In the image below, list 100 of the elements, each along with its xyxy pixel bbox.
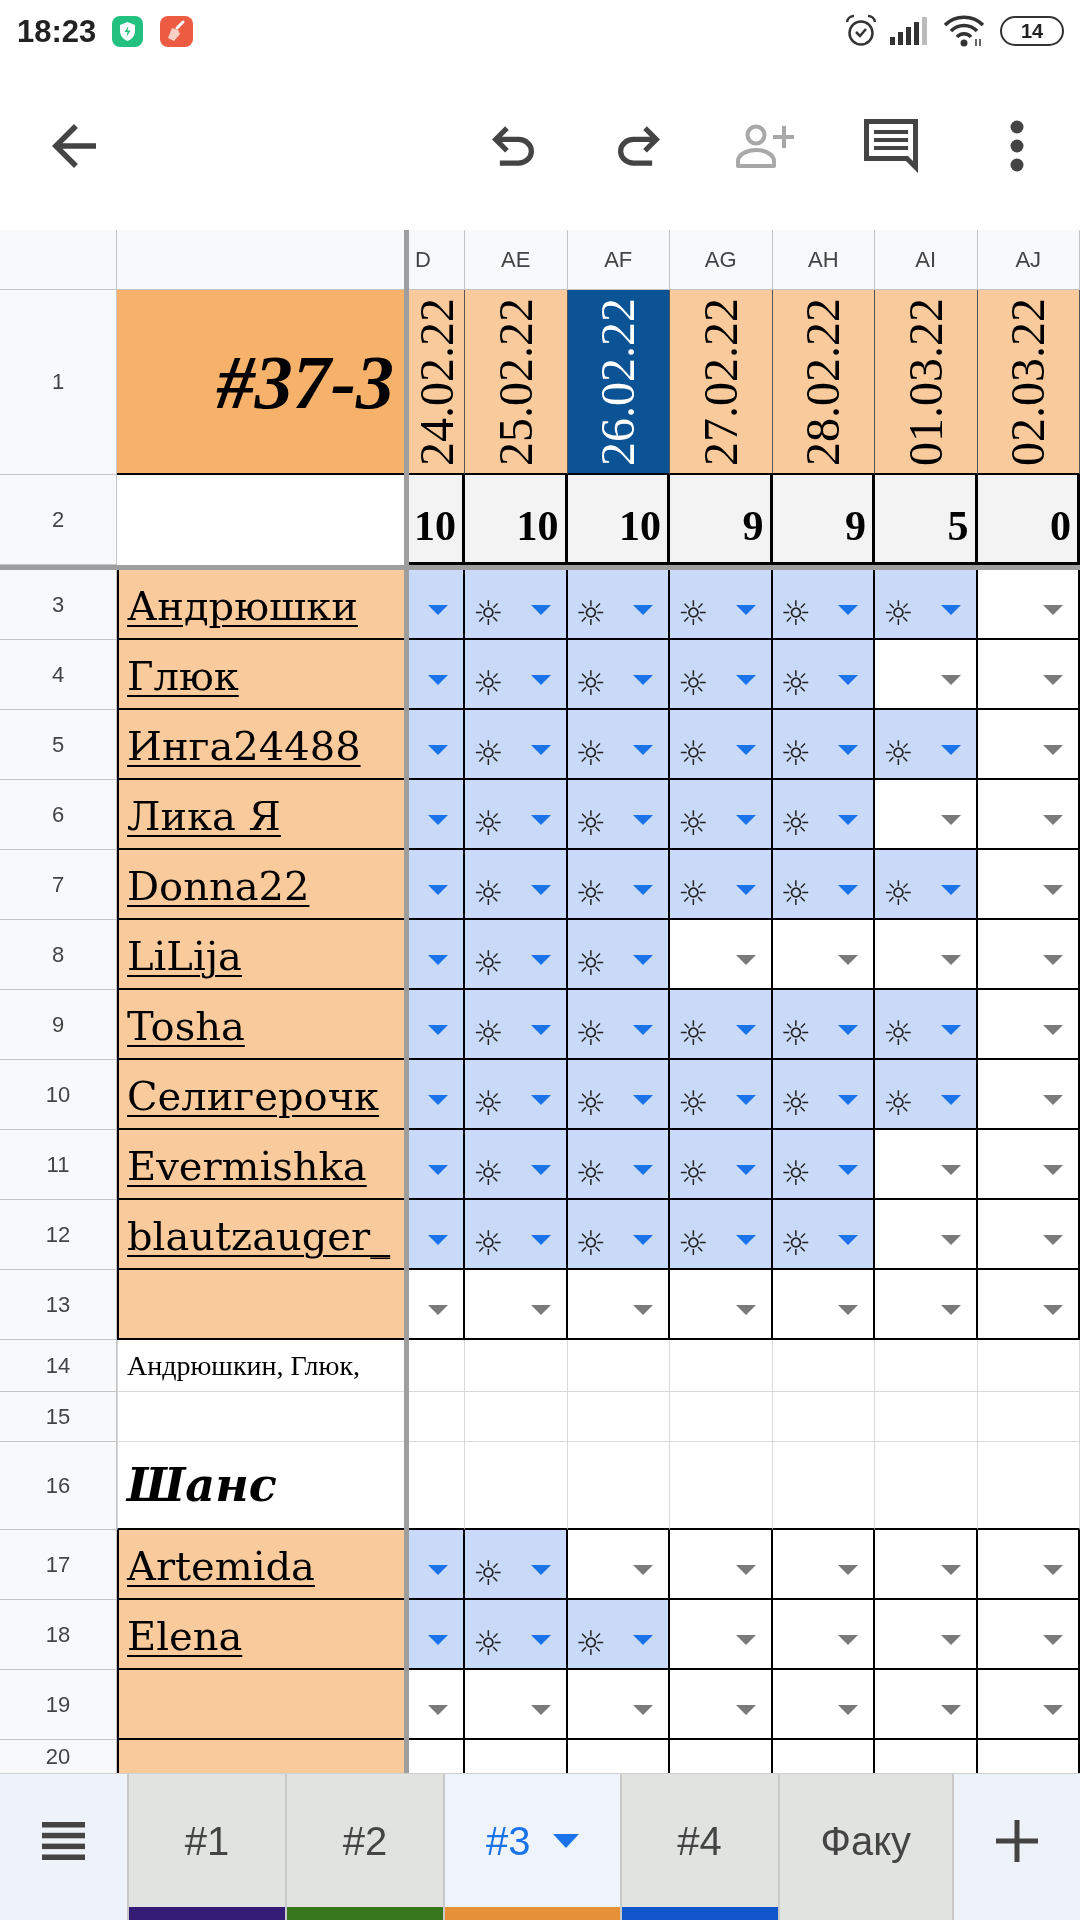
dropdown-cell[interactable]: ☼ <box>875 710 978 780</box>
player-link[interactable]: Tosha <box>127 1002 245 1050</box>
dropdown-cell[interactable] <box>409 850 465 920</box>
dropdown-cell[interactable] <box>772 1670 875 1740</box>
dropdown-cell[interactable]: ☼ <box>772 850 875 920</box>
dropdown-cell[interactable]: ☼ <box>567 990 670 1060</box>
dropdown-cell[interactable] <box>977 710 1080 780</box>
dropdown-cell[interactable] <box>409 1270 465 1340</box>
dropdown-cell[interactable] <box>567 1670 670 1740</box>
dropdown-cell[interactable] <box>977 850 1080 920</box>
dropdown-cell[interactable]: ☼ <box>875 570 978 640</box>
player-link[interactable]: Donna22 <box>127 862 310 910</box>
dropdown-cell[interactable]: ☼ <box>772 780 875 850</box>
dropdown-cell[interactable]: ☼ <box>567 850 670 920</box>
dropdown-cell[interactable] <box>977 1670 1080 1740</box>
dropdown-cell[interactable]: ☼ <box>670 640 773 710</box>
dropdown-cell[interactable] <box>409 1600 465 1670</box>
dropdown-cell[interactable] <box>772 920 875 990</box>
dropdown-cell[interactable] <box>875 640 978 710</box>
dropdown-cell[interactable] <box>409 780 465 850</box>
dropdown-cell[interactable]: ☼ <box>772 1060 875 1130</box>
dropdown-cell[interactable]: ☼ <box>465 1130 568 1200</box>
dropdown-cell[interactable]: ☼ <box>567 1600 670 1670</box>
dropdown-cell[interactable] <box>409 1670 465 1740</box>
dropdown-cell[interactable]: ☼ <box>465 1200 568 1270</box>
player-link[interactable]: blautzauger_ <box>127 1212 391 1260</box>
dropdown-cell[interactable]: ☼ <box>465 1060 568 1130</box>
dropdown-cell[interactable] <box>772 1270 875 1340</box>
dropdown-cell[interactable] <box>977 640 1080 710</box>
dropdown-cell[interactable] <box>409 1530 465 1600</box>
dropdown-cell[interactable] <box>465 1670 568 1740</box>
dropdown-cell[interactable] <box>409 1060 465 1130</box>
row-number[interactable]: 15 <box>0 1392 117 1442</box>
player-link[interactable]: Андрюшки <box>127 582 358 630</box>
dropdown-cell[interactable] <box>977 920 1080 990</box>
dropdown-cell[interactable] <box>670 1530 773 1600</box>
dropdown-cell[interactable] <box>670 1670 773 1740</box>
dropdown-cell[interactable] <box>409 570 465 640</box>
dropdown-cell[interactable] <box>670 1600 773 1670</box>
column-header[interactable]: AH <box>772 230 875 290</box>
dropdown-cell[interactable] <box>977 570 1080 640</box>
row-number[interactable]: 1 <box>0 290 117 475</box>
row-number[interactable]: 6 <box>0 780 117 850</box>
row-number[interactable]: 11 <box>0 1130 117 1200</box>
dropdown-cell[interactable]: ☼ <box>465 1530 568 1600</box>
dropdown-cell[interactable]: ☼ <box>465 850 568 920</box>
dropdown-cell[interactable]: ☼ <box>567 1200 670 1270</box>
dropdown-cell[interactable]: ☼ <box>670 1060 773 1130</box>
dropdown-cell[interactable] <box>875 1200 978 1270</box>
dropdown-cell[interactable]: ☼ <box>567 640 670 710</box>
dropdown-cell[interactable]: ☼ <box>875 850 978 920</box>
sheet-tab[interactable]: #1 <box>127 1774 285 1920</box>
dropdown-cell[interactable] <box>409 990 465 1060</box>
dropdown-cell[interactable] <box>977 1130 1080 1200</box>
column-header[interactable]: AI <box>875 230 978 290</box>
dropdown-cell[interactable]: ☼ <box>772 1130 875 1200</box>
dropdown-cell[interactable]: ☼ <box>465 990 568 1060</box>
sheet-tab[interactable]: #4 <box>619 1774 778 1920</box>
row-number[interactable]: 13 <box>0 1270 117 1340</box>
dropdown-cell[interactable]: ☼ <box>567 920 670 990</box>
player-link[interactable]: Инга24488 <box>127 722 361 770</box>
dropdown-cell[interactable]: ☼ <box>567 780 670 850</box>
dropdown-cell[interactable]: ☼ <box>772 640 875 710</box>
player-link[interactable]: Evermishka <box>127 1142 367 1190</box>
row-number[interactable]: 3 <box>0 570 117 640</box>
dropdown-cell[interactable]: ☼ <box>465 640 568 710</box>
row-number[interactable]: 7 <box>0 850 117 920</box>
column-header[interactable]: AE <box>465 230 568 290</box>
dropdown-cell[interactable]: ☼ <box>670 850 773 920</box>
dropdown-cell[interactable] <box>567 1270 670 1340</box>
dropdown-cell[interactable] <box>977 1270 1080 1340</box>
dropdown-cell[interactable] <box>875 1130 978 1200</box>
row-number[interactable]: 20 <box>0 1740 117 1773</box>
dropdown-cell[interactable] <box>875 1670 978 1740</box>
dropdown-cell[interactable]: ☼ <box>567 570 670 640</box>
row-number[interactable]: 19 <box>0 1670 117 1740</box>
dropdown-cell[interactable] <box>977 1060 1080 1130</box>
column-header[interactable]: AG <box>670 230 773 290</box>
player-link[interactable]: Artemida <box>127 1542 315 1590</box>
sheet-tab[interactable]: #2 <box>285 1774 443 1920</box>
dropdown-cell[interactable]: ☼ <box>465 710 568 780</box>
dropdown-cell[interactable] <box>409 1130 465 1200</box>
player-link[interactable]: Лика Я <box>127 792 281 840</box>
dropdown-cell[interactable] <box>977 1600 1080 1670</box>
dropdown-cell[interactable]: ☼ <box>465 780 568 850</box>
row-number[interactable]: 8 <box>0 920 117 990</box>
dropdown-cell[interactable]: ☼ <box>567 1060 670 1130</box>
player-link[interactable]: Селигерочк <box>127 1072 380 1120</box>
dropdown-cell[interactable] <box>977 990 1080 1060</box>
dropdown-cell[interactable] <box>875 1270 978 1340</box>
dropdown-cell[interactable] <box>977 780 1080 850</box>
dropdown-cell[interactable]: ☼ <box>875 990 978 1060</box>
player-link[interactable]: LiLija <box>127 932 242 980</box>
dropdown-cell[interactable]: ☼ <box>670 990 773 1060</box>
dropdown-cell[interactable] <box>977 1530 1080 1600</box>
player-link[interactable]: Глюк <box>127 652 239 700</box>
dropdown-cell[interactable] <box>409 710 465 780</box>
dropdown-cell[interactable] <box>670 1270 773 1340</box>
row-number[interactable]: 4 <box>0 640 117 710</box>
dropdown-cell[interactable]: ☼ <box>670 570 773 640</box>
